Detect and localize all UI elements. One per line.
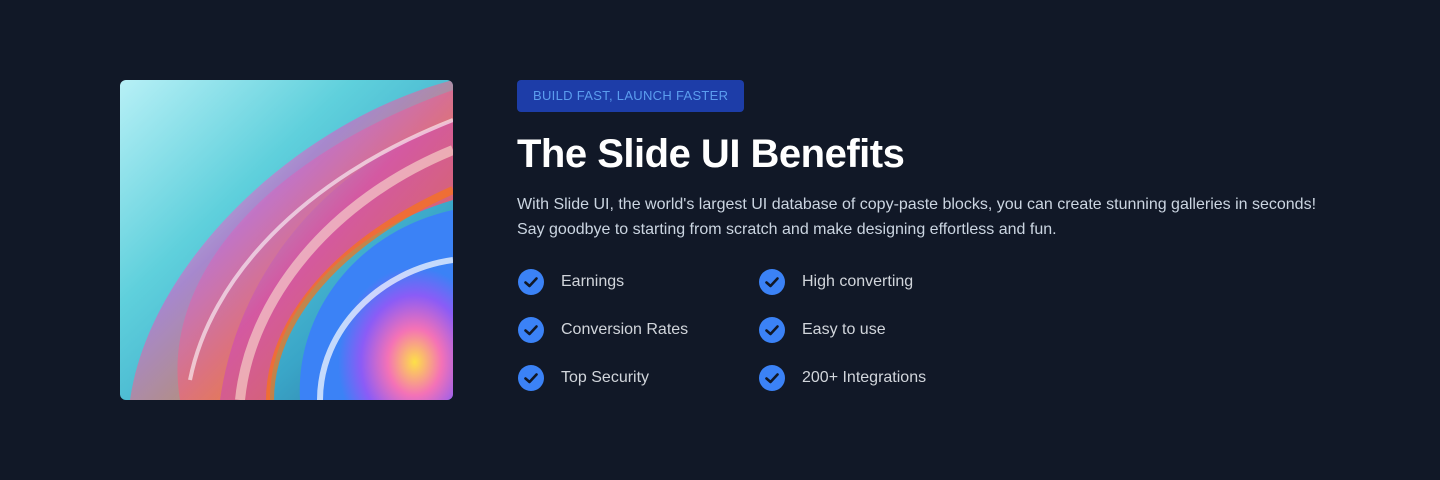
- feature-label: Earnings: [561, 273, 625, 290]
- features-list: Earnings High converting Conversion Rate…: [517, 268, 1317, 392]
- feature-label: Top Security: [561, 369, 650, 386]
- feature-item: Easy to use: [758, 316, 999, 344]
- feature-label: Conversion Rates: [561, 321, 689, 338]
- check-circle-icon: [517, 268, 545, 296]
- feature-item: 200+ Integrations: [758, 364, 999, 392]
- feature-item: Top Security: [517, 364, 758, 392]
- benefits-section: BUILD FAST, LAUNCH FASTER The Slide UI B…: [0, 0, 1440, 480]
- check-circle-icon: [758, 364, 786, 392]
- feature-label: Easy to use: [802, 321, 886, 338]
- hero-image: [120, 80, 453, 400]
- check-circle-icon: [758, 316, 786, 344]
- feature-label: High converting: [802, 273, 914, 290]
- feature-item: Earnings: [517, 268, 758, 296]
- tagline-badge: BUILD FAST, LAUNCH FASTER: [517, 80, 745, 112]
- feature-item: Conversion Rates: [517, 316, 758, 344]
- check-circle-icon: [517, 364, 545, 392]
- feature-item: High converting: [758, 268, 999, 296]
- benefits-content: BUILD FAST, LAUNCH FASTER The Slide UI B…: [517, 80, 1317, 392]
- check-circle-icon: [758, 268, 786, 296]
- check-circle-icon: [517, 316, 545, 344]
- section-title: The Slide UI Benefits: [517, 132, 905, 176]
- feature-label: 200+ Integrations: [802, 369, 927, 386]
- section-description: With Slide UI, the world's largest UI da…: [517, 196, 1317, 238]
